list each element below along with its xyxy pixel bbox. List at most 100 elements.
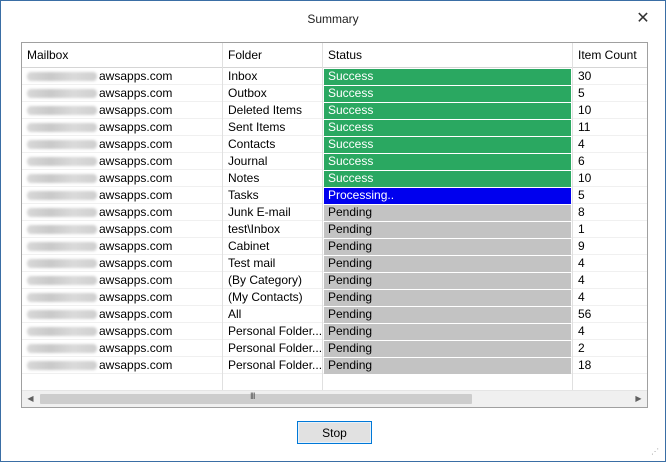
mailbox-domain: awsapps.com xyxy=(99,290,173,304)
folder-cell: Tasks xyxy=(223,187,323,204)
scrollbar-thumb[interactable]: III xyxy=(40,391,472,404)
item-count-cell: 4 xyxy=(573,272,647,289)
status-cell: Success xyxy=(323,136,573,153)
status-cell: Success xyxy=(323,153,573,170)
folder-cell: Personal Folder... xyxy=(223,323,323,340)
folder-cell: Contacts xyxy=(223,136,323,153)
mailbox-domain: awsapps.com xyxy=(99,239,173,253)
status-badge: Success xyxy=(324,171,571,187)
status-badge: Pending xyxy=(324,239,571,255)
status-cell: Pending xyxy=(323,204,573,221)
mailbox-cell: awsapps.com xyxy=(22,153,223,170)
mailbox-cell: awsapps.com xyxy=(22,204,223,221)
item-count-cell: 10 xyxy=(573,170,647,187)
mailbox-domain: awsapps.com xyxy=(99,307,173,321)
table-row[interactable]: awsapps.com All Pending 56 xyxy=(22,306,647,323)
table-row[interactable]: awsapps.com Personal Folder... Pending 2 xyxy=(22,340,647,357)
folder-cell: All xyxy=(223,306,323,323)
mailbox-cell: awsapps.com xyxy=(22,187,223,204)
folder-cell: Deleted Items xyxy=(223,102,323,119)
table-row[interactable]: awsapps.com (My Contacts) Pending 4 xyxy=(22,289,647,306)
item-count-cell: 6 xyxy=(573,153,647,170)
table-row[interactable]: awsapps.com (By Category) Pending 4 xyxy=(22,272,647,289)
mailbox-cell: awsapps.com xyxy=(22,255,223,272)
column-header-folder[interactable]: Folder xyxy=(223,43,323,68)
table-row[interactable]: awsapps.com Personal Folder... Pending 4 xyxy=(22,323,647,340)
scroll-left-icon[interactable]: ◀ xyxy=(22,391,39,407)
mailbox-cell: awsapps.com xyxy=(22,238,223,255)
item-count-cell: 2 xyxy=(573,340,647,357)
table-row[interactable]: awsapps.com Outbox Success 5 xyxy=(22,85,647,102)
status-cell: Pending xyxy=(323,255,573,272)
status-cell: Pending xyxy=(323,221,573,238)
folder-cell: Cabinet xyxy=(223,238,323,255)
scrollbar-grip-icon: III xyxy=(250,391,255,401)
dialog-title: Summary xyxy=(307,12,359,26)
status-badge: Pending xyxy=(324,222,571,238)
column-header-status[interactable]: Status xyxy=(323,43,573,68)
grid-header: Mailbox Folder Status Item Count xyxy=(22,43,647,68)
redacted-username xyxy=(27,208,97,218)
status-badge: Success xyxy=(324,69,571,85)
table-row[interactable]: awsapps.com Journal Success 6 xyxy=(22,153,647,170)
folder-cell: test\Inbox xyxy=(223,221,323,238)
column-header-item-count[interactable]: Item Count xyxy=(573,43,647,68)
item-count-cell: 5 xyxy=(573,187,647,204)
table-row[interactable]: awsapps.com Tasks Processing.. 5 xyxy=(22,187,647,204)
column-divider xyxy=(222,68,223,390)
mailbox-cell: awsapps.com xyxy=(22,357,223,374)
status-badge: Pending xyxy=(324,307,571,323)
status-cell: Pending xyxy=(323,238,573,255)
stop-button[interactable]: Stop xyxy=(297,421,372,444)
mailbox-domain: awsapps.com xyxy=(99,222,173,236)
mailbox-domain: awsapps.com xyxy=(99,358,173,372)
close-icon[interactable]: ✕ xyxy=(633,9,653,29)
redacted-username xyxy=(27,276,97,286)
status-badge: Pending xyxy=(324,324,571,340)
status-cell: Pending xyxy=(323,323,573,340)
status-cell: Success xyxy=(323,68,573,85)
item-count-cell: 8 xyxy=(573,204,647,221)
table-row[interactable]: awsapps.com test\Inbox Pending 1 xyxy=(22,221,647,238)
redacted-username xyxy=(27,174,97,184)
status-badge: Pending xyxy=(324,205,571,221)
mailbox-domain: awsapps.com xyxy=(99,341,173,355)
table-row[interactable]: awsapps.com Cabinet Pending 9 xyxy=(22,238,647,255)
table-row[interactable]: awsapps.com Test mail Pending 4 xyxy=(22,255,647,272)
mailbox-domain: awsapps.com xyxy=(99,171,173,185)
item-count-cell: 11 xyxy=(573,119,647,136)
mailbox-cell: awsapps.com xyxy=(22,170,223,187)
folder-cell: Test mail xyxy=(223,255,323,272)
table-row[interactable]: awsapps.com Deleted Items Success 10 xyxy=(22,102,647,119)
status-cell: Pending xyxy=(323,306,573,323)
item-count-cell: 10 xyxy=(573,102,647,119)
table-row[interactable]: awsapps.com Junk E-mail Pending 8 xyxy=(22,204,647,221)
table-row[interactable]: awsapps.com Notes Success 10 xyxy=(22,170,647,187)
column-divider xyxy=(572,68,573,390)
mailbox-cell: awsapps.com xyxy=(22,85,223,102)
horizontal-scrollbar[interactable]: ◀ III ▶ xyxy=(22,390,647,407)
mailbox-cell: awsapps.com xyxy=(22,323,223,340)
table-row[interactable]: awsapps.com Contacts Success 4 xyxy=(22,136,647,153)
item-count-cell: 4 xyxy=(573,289,647,306)
redacted-username xyxy=(27,225,97,235)
mailbox-domain: awsapps.com xyxy=(99,86,173,100)
table-row[interactable]: awsapps.com Personal Folder... Pending 18 xyxy=(22,357,647,374)
status-cell: Success xyxy=(323,119,573,136)
scroll-right-icon[interactable]: ▶ xyxy=(630,391,647,407)
item-count-cell: 1 xyxy=(573,221,647,238)
grid-rows: awsapps.com Inbox Success 30 awsapps.com Outb… xyxy=(22,68,647,374)
table-row[interactable]: awsapps.com Sent Items Success 11 xyxy=(22,119,647,136)
mailbox-domain: awsapps.com xyxy=(99,273,173,287)
status-cell: Pending xyxy=(323,340,573,357)
redacted-username xyxy=(27,361,97,371)
item-count-cell: 5 xyxy=(573,85,647,102)
redacted-username xyxy=(27,72,97,82)
folder-cell: Personal Folder... xyxy=(223,340,323,357)
resize-grip-icon[interactable]: ⋰ xyxy=(651,447,661,457)
column-header-mailbox[interactable]: Mailbox xyxy=(22,43,223,68)
table-row[interactable]: awsapps.com Inbox Success 30 xyxy=(22,68,647,85)
summary-dialog: Summary ✕ Mailbox Folder Status Item Cou… xyxy=(0,0,666,462)
status-badge: Success xyxy=(324,137,571,153)
summary-grid: Mailbox Folder Status Item Count awsapps… xyxy=(21,42,648,408)
